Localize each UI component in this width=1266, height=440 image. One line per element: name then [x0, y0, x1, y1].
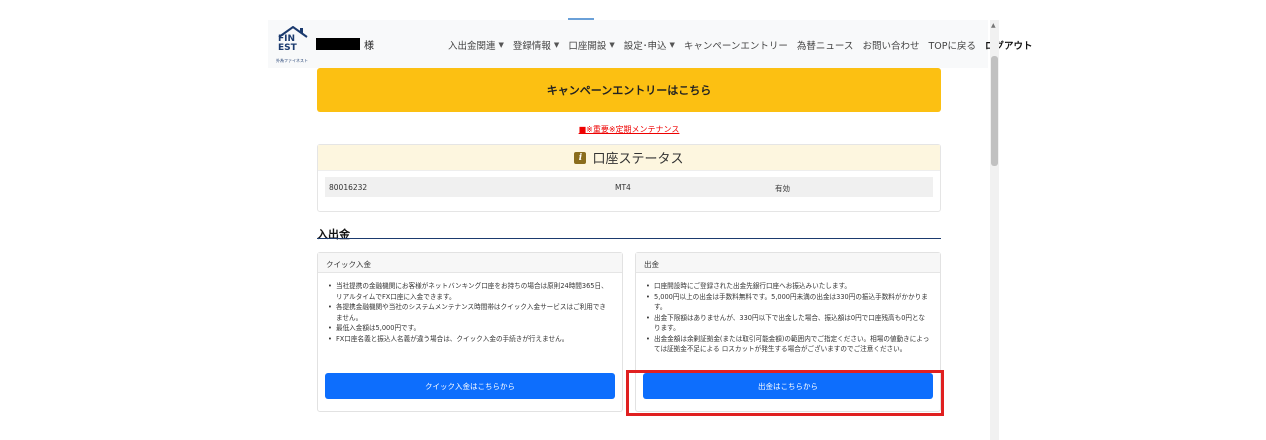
caret-down-icon: ▼ — [553, 41, 560, 49]
page-scrollbar[interactable]: ▲ — [990, 20, 999, 440]
scroll-up-icon[interactable]: ▲ — [991, 22, 996, 29]
list-item: 最低入金額は5,000円です。 — [328, 323, 612, 334]
caret-down-icon: ▼ — [609, 41, 615, 49]
quick-deposit-button[interactable]: クイック入金はこちらから — [325, 373, 615, 399]
caret-down-icon: ▼ — [498, 41, 504, 49]
nav-settings[interactable]: 設定･申込 ▼ — [624, 38, 675, 52]
nav-deposit-withdrawal[interactable]: 入出金関連 ▼ — [448, 38, 504, 52]
nav-fx-news[interactable]: 為替ニュース — [797, 38, 854, 52]
withdrawal-header: 出金 — [636, 253, 940, 273]
account-platform: MT4 — [615, 183, 631, 192]
account-status-header: i 口座ステータス — [318, 145, 940, 171]
account-number: 80016232 — [329, 183, 368, 192]
user-honorific: 様 — [364, 41, 374, 52]
quick-deposit-notes: 当社提携の金融機関にお客様がネットバンキング口座をお持ちの場合は原則24時間36… — [318, 273, 622, 344]
list-item: 出金下限額はありませんが、330円以下で出金した場合、振込額は0円で口座残高も0… — [646, 313, 930, 334]
maintenance-link-text[interactable]: ■※重要※定期メンテナンス — [579, 125, 680, 134]
brand-logo[interactable]: FIN EST 外為ファイネスト — [276, 26, 310, 64]
list-item: 出金金額は余剰証拠金(または取引可能金額)の範囲内でご指定ください。相場の値動き… — [646, 334, 930, 355]
maintenance-link: ■※重要※定期メンテナンス — [268, 124, 990, 135]
page-container: FIN EST 外為ファイネスト 様 入出金関連 ▼ 登録情報 ▼ 口座開設 ▼ 設定… — [268, 20, 1032, 440]
logo-text: FIN EST — [278, 34, 297, 53]
scrollbar-thumb[interactable] — [991, 56, 998, 166]
account-state: 有効 — [775, 184, 790, 193]
account-status-row: 80016232 MT4 有効 — [325, 177, 933, 197]
quick-deposit-header: クイック入金 — [318, 253, 622, 273]
header-bar: FIN EST 外為ファイネスト 様 入出金関連 ▼ 登録情報 ▼ 口座開設 ▼ 設定… — [268, 20, 1032, 68]
nav-registration[interactable]: 登録情報 ▼ — [513, 38, 559, 52]
list-item: 5,000円以上の出金は手数料無料です。5,000円未満の出金は330円の振込手… — [646, 292, 930, 313]
logo-subtitle: 外為ファイネスト — [276, 58, 308, 63]
highlight-box — [626, 370, 944, 416]
nav-top[interactable]: TOPに戻る — [928, 38, 976, 52]
account-status-title: 口座ステータス — [592, 152, 684, 167]
quick-deposit-panel: クイック入金 当社提携の金融機関にお客様がネットバンキング口座をお持ちの場合は原… — [317, 252, 623, 412]
list-item: 当社提携の金融機関にお客様がネットバンキング口座をお持ちの場合は原則24時間36… — [328, 281, 612, 302]
list-item: 口座開設時にご登録された出金先銀行口座へお振込みいたします。 — [646, 281, 930, 292]
redacted-username — [316, 38, 360, 50]
section-title-deposit: 入出金 — [317, 228, 350, 241]
list-item: 各提携金融機関や当社のシステムメンテナンス時間帯はクイック入金サービスはご利用で… — [328, 302, 612, 323]
main-nav: 入出金関連 ▼ 登録情報 ▼ 口座開設 ▼ 設定･申込 ▼ キャンペーンエントリー 為替… — [448, 38, 1032, 52]
campaign-entry-button[interactable]: キャンペーンエントリーはこちら — [317, 68, 941, 112]
account-status-card: i 口座ステータス 80016232 MT4 有効 — [317, 144, 941, 212]
info-icon: i — [574, 151, 587, 164]
withdrawal-notes: 口座開設時にご登録された出金先銀行口座へお振込みいたします。 5,000円以上の… — [636, 273, 940, 355]
nav-contact[interactable]: お問い合わせ — [862, 38, 919, 52]
nav-campaign-entry[interactable]: キャンペーンエントリー — [684, 38, 788, 52]
section-divider — [317, 238, 941, 239]
caret-down-icon: ▼ — [669, 41, 675, 49]
list-item: FX口座名義と振込人名義が違う場合は、クイック入金の手続きが行えません。 — [328, 334, 612, 345]
nav-account-opening[interactable]: 口座開設 ▼ — [568, 38, 614, 52]
